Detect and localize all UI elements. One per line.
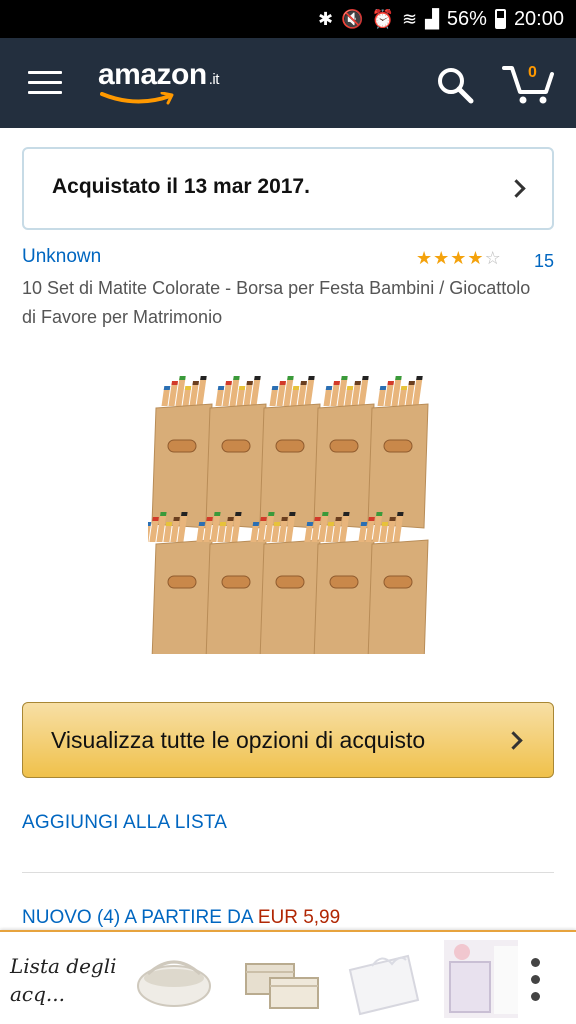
cart-button[interactable]: 0 — [502, 62, 556, 106]
signal-icon: ▟ — [425, 8, 439, 30]
purchase-history-banner[interactable]: Acquistato il 13 mar 2017. — [22, 147, 554, 230]
clock: 20:00 — [513, 7, 564, 30]
purchase-date-text: Acquistato il 13 mar 2017. — [52, 175, 310, 198]
amazon-logo[interactable]: amazon .it — [98, 58, 219, 92]
divider — [22, 872, 554, 873]
pencil-box — [259, 376, 321, 529]
product-title: 10 Set di Matite Colorate - Borsa per Fe… — [22, 278, 531, 327]
pencil-box — [313, 376, 375, 529]
star-empty-icon: ☆ — [484, 248, 502, 269]
new-offers-link[interactable]: NUOVO (4) A PARTIRE DA EUR 5,99 — [22, 907, 340, 929]
battery-percent: 56% — [446, 7, 487, 30]
chevron-right-icon — [507, 179, 526, 198]
pencil-box — [205, 376, 267, 529]
cart-count-badge: 0 — [528, 64, 537, 81]
star-icon: ★ — [416, 248, 434, 269]
search-icon[interactable] — [436, 66, 474, 104]
star-icon: ★ — [467, 248, 485, 269]
logo-tld: .it — [208, 71, 220, 88]
review-count[interactable]: 15 — [534, 251, 554, 272]
status-bar: ✱ 🔇 ⏰ ≋ ▟ 56% 20:00 — [0, 0, 576, 38]
star-icon: ★ — [450, 248, 468, 269]
mute-icon: 🔇 — [341, 8, 364, 30]
battery-icon — [494, 9, 506, 29]
basket-thumbnail[interactable] — [132, 940, 216, 1018]
brand-link[interactable]: Unknown — [22, 246, 101, 268]
logo-smile-icon — [100, 92, 174, 105]
baskets-thumbnail[interactable] — [236, 940, 324, 1018]
rating-stars[interactable]: ★★★★☆ — [416, 248, 502, 269]
product-image[interactable] — [148, 374, 438, 654]
view-buying-options-label: Visualizza tutte le opzioni di acquisto — [51, 727, 426, 753]
star-icon: ★ — [433, 248, 451, 269]
wifi-icon: ≋ — [401, 8, 418, 30]
offers-text: NUOVO (4) A PARTIRE DA — [22, 907, 258, 928]
place-card-thumbnail[interactable] — [342, 940, 426, 1018]
offers-price: EUR 5,99 — [257, 907, 341, 928]
shopping-list-bar: Lista degli acq... — [0, 930, 576, 1024]
pencil-box — [151, 376, 213, 529]
logo-text: amazon — [98, 58, 207, 91]
chevron-right-icon — [504, 731, 523, 750]
app-header: amazon .it 0 — [0, 38, 576, 128]
pencil-box — [367, 376, 429, 529]
alarm-icon: ⏰ — [371, 8, 394, 30]
menu-icon[interactable] — [28, 71, 62, 95]
shopping-list-label[interactable]: Lista degli acq... — [10, 952, 130, 1008]
more-options-icon[interactable] — [526, 954, 546, 1006]
favor-box-thumbnail[interactable] — [444, 940, 518, 1018]
view-buying-options-button[interactable]: Visualizza tutte le opzioni di acquisto — [22, 702, 554, 778]
bluetooth-icon: ✱ — [318, 8, 334, 30]
add-to-list-link[interactable]: AGGIUNGI ALLA LISTA — [22, 812, 227, 834]
